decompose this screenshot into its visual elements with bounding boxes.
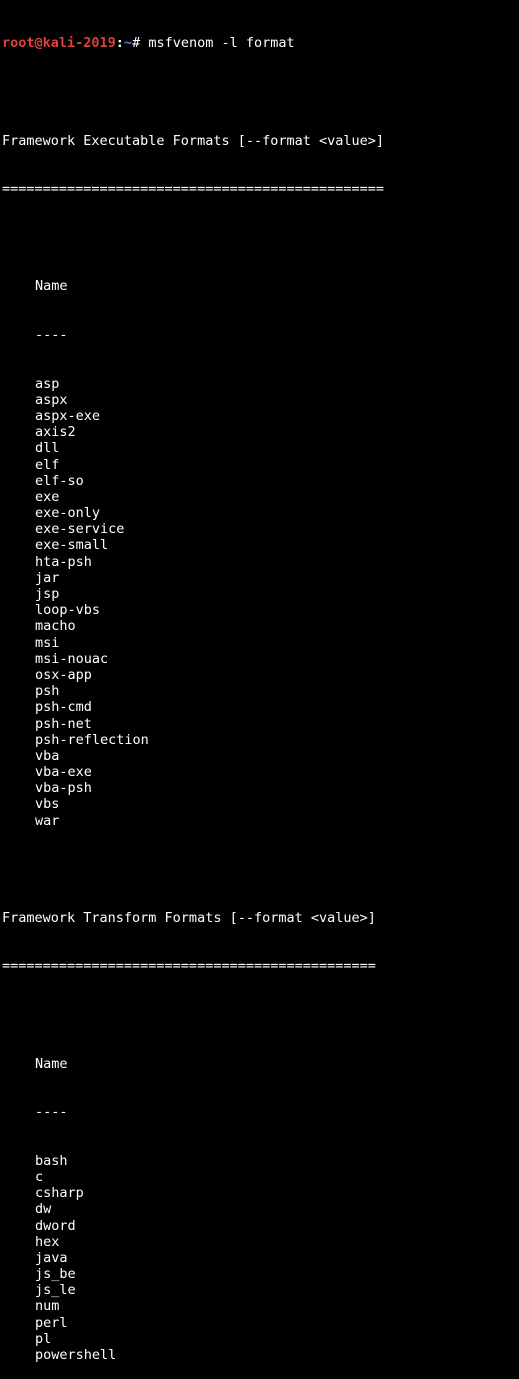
format-list-item: elf-so	[35, 472, 84, 489]
prompt-symbol: #	[132, 35, 141, 52]
format-list-item: hex	[35, 1233, 60, 1250]
prompt-separator: :	[115, 35, 124, 52]
format-list-item: vbs	[35, 796, 60, 813]
prompt-user-host: root@kali-2019	[2, 35, 116, 52]
format-list-item: aspx	[35, 391, 68, 408]
format-list-item: js_be	[35, 1266, 76, 1283]
transform-header-rule: ----	[35, 1104, 68, 1121]
format-list-item: perl	[35, 1314, 68, 1331]
format-list-item: asp	[35, 375, 60, 392]
format-list-item: vba-psh	[35, 780, 92, 797]
format-list-item: jar	[35, 569, 60, 586]
executable-section-title: Framework Executable Formats [--format <…	[2, 132, 385, 149]
format-list-item: hta-psh	[35, 553, 92, 570]
command-text: msfvenom -l format	[140, 35, 295, 52]
format-list-item: exe-service	[35, 521, 125, 538]
format-list-item: elf	[35, 456, 60, 473]
format-list-item: loop-vbs	[35, 602, 101, 619]
executable-section-underline: ========================================…	[2, 181, 385, 198]
executable-name-header: Name	[35, 278, 68, 295]
prompt-path: ~	[123, 35, 133, 52]
format-list-item: dll	[35, 440, 60, 457]
format-list-item: java	[35, 1249, 68, 1266]
format-list-item: bash	[35, 1152, 68, 1169]
format-list-item: js_le	[35, 1282, 76, 1299]
format-list-item: c	[35, 1168, 44, 1185]
format-list-item: msi-nouac	[35, 650, 109, 667]
format-list-item: vba	[35, 747, 60, 764]
format-list-item: osx-app	[35, 666, 92, 683]
format-list-item: powershell	[35, 1347, 117, 1364]
executable-header-rule: ----	[35, 326, 68, 343]
format-list-item: axis2	[35, 424, 76, 441]
format-list-item: dword	[35, 1217, 76, 1234]
format-list-item: psh	[35, 683, 60, 700]
format-list-item: dw	[35, 1201, 52, 1218]
format-list-item: macho	[35, 618, 76, 635]
format-list-item: exe	[35, 488, 60, 505]
transform-format-list: bash c csharp dw dword hex java js_be js_le num pe…	[2, 1153, 517, 1363]
format-list-item: psh-net	[35, 715, 92, 732]
terminal-output[interactable]: root@kali-2019:~# msfvenom -l format Fra…	[2, 3, 517, 1379]
format-list-item: num	[35, 1298, 60, 1315]
format-list-item: exe-small	[35, 537, 109, 554]
transform-section-title: Framework Transform Formats [--format <v…	[2, 909, 376, 926]
format-list-item: aspx-exe	[35, 407, 101, 424]
format-list-item: psh-reflection	[35, 731, 149, 748]
format-list-item: exe-only	[35, 505, 101, 522]
transform-name-header: Name	[35, 1055, 68, 1072]
format-list-item: psh-cmd	[35, 699, 92, 716]
format-list-item: vba-exe	[35, 764, 92, 781]
executable-format-list: asp aspx aspx-exe axis2 dll elf elf-so exe exe-o…	[2, 376, 517, 829]
format-list-item: jsp	[35, 586, 60, 602]
command-line: root@kali-2019:~# msfvenom -l format	[2, 35, 517, 51]
format-list-item: csharp	[35, 1185, 84, 1202]
format-list-item: war	[35, 812, 60, 829]
format-list-item: pl	[35, 1330, 52, 1347]
format-list-item: msi	[35, 634, 60, 651]
transform-section-underline: ========================================…	[2, 958, 376, 975]
